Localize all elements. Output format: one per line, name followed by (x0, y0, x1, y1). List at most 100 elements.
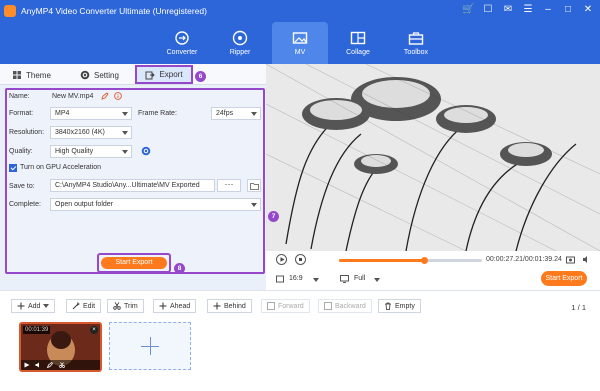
tab-label: Collage (346, 49, 370, 56)
save-to-label: Save to: (9, 183, 35, 190)
folder-icon (250, 183, 259, 190)
resolution-label: Resolution: (9, 129, 45, 136)
trash-icon (385, 302, 391, 310)
backward-icon (324, 302, 332, 310)
theme-icon (13, 71, 21, 79)
ahead-label: Ahead (170, 302, 191, 310)
clip-thumbnail[interactable]: 00:01:39 × (19, 322, 102, 372)
stop-icon (299, 258, 302, 261)
minimize-icon[interactable]: – (542, 4, 554, 15)
scissors-icon (113, 302, 121, 310)
stop-button[interactable] (295, 254, 306, 265)
export-settings-form: Name: New MV.mp4 Format: MP4 Frame Rate:… (5, 88, 265, 274)
chat-icon[interactable]: ✉ (502, 4, 514, 15)
plus-icon (17, 302, 25, 310)
tab-label: Ripper (229, 49, 251, 56)
chevron-down-icon[interactable] (313, 278, 319, 282)
tab-mv[interactable]: MV (272, 22, 328, 64)
subtab-theme[interactable]: Theme (12, 67, 51, 83)
ahead-button[interactable]: Ahead (153, 299, 197, 313)
chevron-down-icon[interactable] (374, 278, 380, 282)
remove-clip-icon[interactable]: × (90, 326, 98, 334)
backward-button[interactable]: Backward (318, 299, 372, 313)
image-icon (292, 32, 308, 44)
subtab-label: Theme (26, 70, 51, 80)
playback-progress-bar[interactable] (339, 257, 482, 264)
volume-icon[interactable] (582, 255, 591, 264)
start-export-button-small[interactable]: Start Export (541, 271, 587, 286)
add-button[interactable]: Add (11, 299, 56, 313)
wand-icon (72, 302, 80, 310)
menu-icon[interactable]: ☰ (522, 4, 534, 15)
format-label: Format: (9, 110, 34, 117)
aspect-ratio-value[interactable]: 16:9 (289, 275, 303, 282)
snapshot-icon[interactable] (566, 255, 575, 264)
gift-icon[interactable]: ☐ (482, 4, 494, 15)
quality-value: High Quality (55, 148, 94, 155)
start-export-button[interactable]: Start Export (101, 257, 167, 269)
subtab-export[interactable]: Export (135, 65, 193, 84)
close-icon[interactable]: ✕ (582, 4, 594, 15)
complete-label: Complete: (9, 201, 41, 208)
tab-ripper[interactable]: Ripper (212, 22, 268, 64)
backward-label: Backward (335, 302, 366, 310)
forward-button[interactable]: Forward (261, 299, 310, 313)
behind-icon (213, 302, 221, 310)
step-badge-start-export: 8 (174, 263, 185, 274)
collage-icon (350, 31, 366, 45)
chevron-down-icon (251, 112, 257, 116)
browse-button[interactable]: ··· (217, 179, 241, 192)
cart-icon[interactable]: 🛒 (462, 4, 474, 15)
resolution-value: 3840x2160 (4K) (55, 129, 105, 136)
tab-collage[interactable]: Collage (330, 22, 386, 64)
tab-toolbox[interactable]: Toolbox (388, 22, 444, 64)
empty-label: Empty (395, 302, 415, 310)
behind-button[interactable]: Behind (207, 299, 252, 313)
tab-label: MV (294, 49, 306, 56)
quality-settings-gear-icon[interactable] (141, 146, 151, 156)
maximize-icon[interactable]: □ (562, 4, 574, 15)
framerate-select[interactable]: 24fps (211, 107, 261, 120)
play-button[interactable] (276, 254, 287, 265)
app-logo-icon (4, 5, 16, 17)
volume-icon[interactable] (35, 362, 42, 368)
app-title: AnyMP4 Video Converter Ultimate (Unregis… (21, 6, 207, 16)
save-path-field[interactable]: C:\AnyMP4 Studio\Any...Ultimate\MV Expor… (50, 179, 215, 192)
open-folder-button[interactable] (247, 179, 261, 192)
quality-label: Quality: (9, 148, 33, 155)
format-select[interactable]: MP4 (50, 107, 132, 120)
complete-action-select[interactable]: Open output folder (50, 198, 261, 211)
subtab-label: Setting (94, 70, 119, 80)
view-mode-value[interactable]: Full (354, 275, 365, 282)
export-icon (145, 71, 156, 79)
page-indicator: 1 / 1 (571, 303, 586, 312)
behind-label: Behind (224, 302, 246, 310)
scissors-icon[interactable] (59, 362, 65, 368)
edit-pencil-icon[interactable] (101, 92, 109, 100)
framerate-label: Frame Rate: (138, 110, 177, 117)
subtab-bar: Theme Setting Export (0, 64, 266, 85)
aspect-ratio-icon (276, 275, 284, 283)
add-clip-button[interactable] (109, 322, 191, 370)
tab-converter[interactable]: Converter (154, 22, 210, 64)
play-icon[interactable] (24, 362, 30, 368)
quality-select[interactable]: High Quality (50, 145, 132, 158)
converter-icon (175, 31, 189, 45)
subtab-label: Export (159, 70, 183, 79)
edit-icon[interactable] (47, 362, 53, 368)
edit-button[interactable]: Edit (66, 299, 102, 313)
info-icon[interactable] (114, 92, 122, 100)
play-icon (280, 257, 285, 262)
name-value[interactable]: New MV.mp4 (52, 93, 93, 100)
trim-button[interactable]: Trim (107, 299, 144, 313)
chevron-down-icon (43, 304, 50, 308)
gpu-acceleration-checkbox[interactable] (9, 164, 17, 172)
plus-icon-vertical (150, 337, 151, 355)
preview-image (266, 64, 600, 251)
resolution-select[interactable]: 3840x2160 (4K) (50, 126, 132, 139)
add-label: Add (28, 302, 41, 310)
empty-button[interactable]: Empty (378, 299, 421, 313)
edit-toolbar: Add Edit Trim Ahead Behind Forward Backw… (0, 291, 600, 319)
subtab-setting[interactable]: Setting (80, 67, 119, 83)
forward-icon (267, 302, 275, 310)
